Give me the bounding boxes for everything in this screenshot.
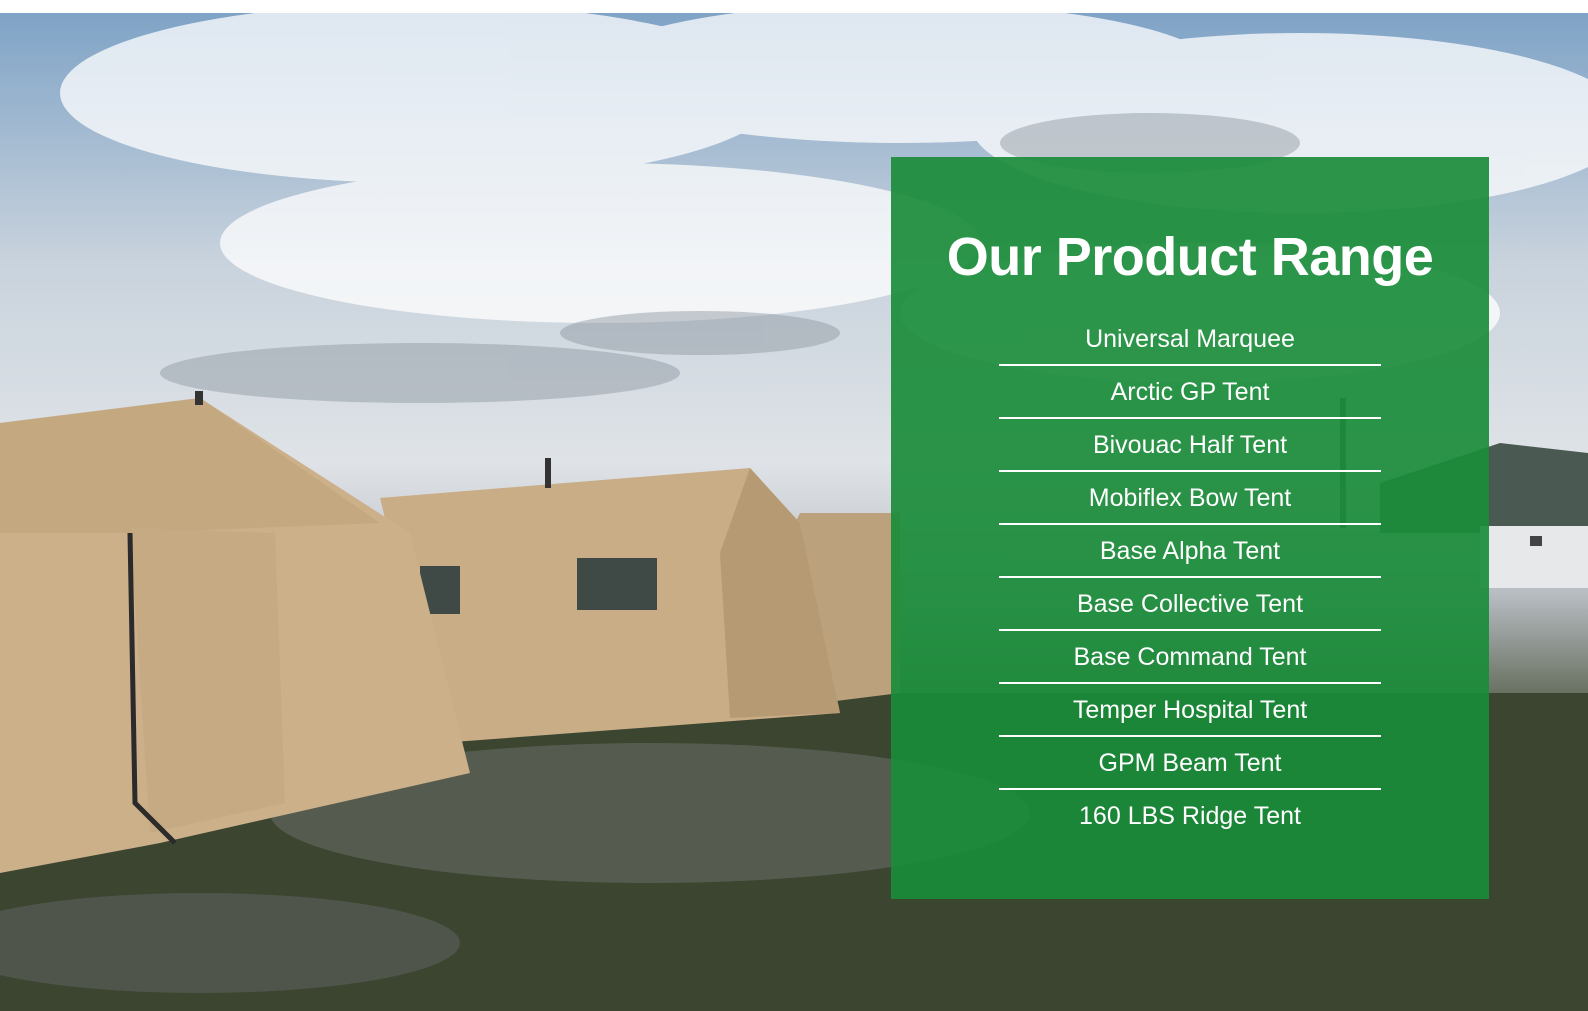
product-item-bivouac-half-tent[interactable]: Bivouac Half Tent — [999, 421, 1381, 472]
product-item-temper-hospital-tent[interactable]: Temper Hospital Tent — [999, 686, 1381, 737]
product-list: Universal Marquee Arctic GP Tent Bivouac… — [999, 315, 1381, 843]
product-item-base-alpha-tent[interactable]: Base Alpha Tent — [999, 527, 1381, 578]
product-item-gpm-beam-tent[interactable]: GPM Beam Tent — [999, 739, 1381, 790]
page: Our Product Range Universal Marquee Arct… — [0, 0, 1588, 1011]
product-item-160-lbs-ridge-tent[interactable]: 160 LBS Ridge Tent — [999, 792, 1381, 843]
product-item-universal-marquee[interactable]: Universal Marquee — [999, 315, 1381, 366]
product-item-mobiflex-bow-tent[interactable]: Mobiflex Bow Tent — [999, 474, 1381, 525]
top-strip — [0, 0, 1588, 13]
product-item-base-command-tent[interactable]: Base Command Tent — [999, 633, 1381, 684]
product-item-base-collective-tent[interactable]: Base Collective Tent — [999, 580, 1381, 631]
product-item-arctic-gp-tent[interactable]: Arctic GP Tent — [999, 368, 1381, 419]
product-range-panel: Our Product Range Universal Marquee Arct… — [891, 157, 1489, 899]
panel-title: Our Product Range — [946, 227, 1434, 287]
